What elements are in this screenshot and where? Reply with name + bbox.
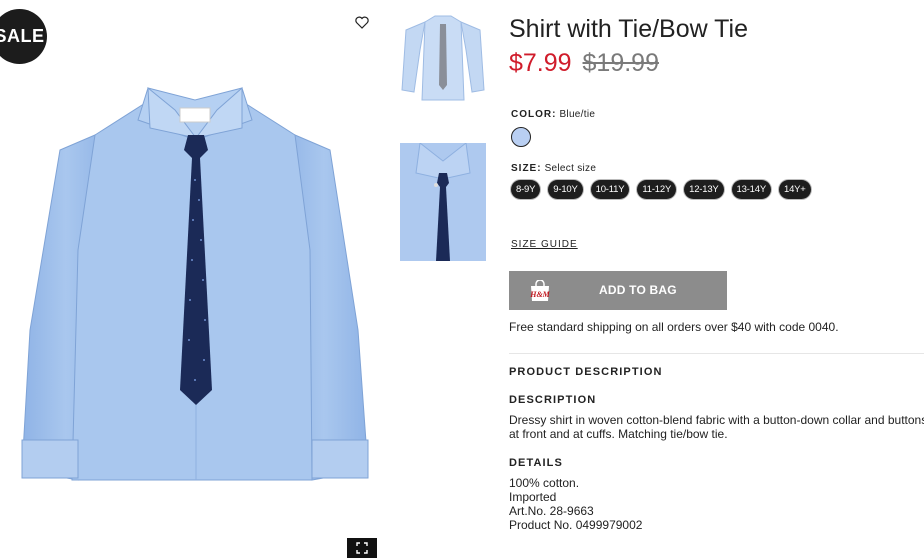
color-value: Blue/tie [559,109,596,120]
thumbnail-2[interactable] [400,143,486,261]
details-list: 100% cotton. Imported Art.No. 28-9663 Pr… [509,476,642,532]
size-option[interactable]: 13-14Y [731,180,771,199]
add-to-bag-label: ADD TO BAG [599,283,677,297]
shipping-notice: Free standard shipping on all orders ove… [509,320,839,334]
price-row: $7.99 $19.99 [509,49,659,78]
size-label: SIZE: [511,163,542,174]
heart-icon[interactable] [355,16,369,29]
sale-price: $7.99 [509,49,572,77]
divider [509,353,924,354]
svg-text:H&M: H&M [529,290,550,299]
size-option[interactable]: 14Y+ [778,180,811,199]
size-options: 8-9Y 9-10Y 10-11Y 11-12Y 12-13Y 13-14Y 1… [511,180,811,199]
description-line: at front and at cuffs. Matching tie/bow … [509,427,728,441]
expand-icon[interactable] [347,538,377,558]
thumbnail-1[interactable] [400,10,486,106]
size-option[interactable]: 12-13Y [684,180,724,199]
details-line: Imported [509,490,557,504]
size-label-row: SIZE: Select size [511,163,596,174]
details-line: Art.No. 28-9663 [509,504,594,518]
description-line: Dressy shirt in woven cotton-blend fabri… [509,413,924,427]
color-label-row: COLOR: Blue/tie [511,109,595,120]
details-heading: DETAILS [509,457,563,469]
color-swatch-blue[interactable] [511,127,531,147]
original-price: $19.99 [582,49,659,77]
description-text: Dressy shirt in woven cotton-blend fabri… [509,413,924,441]
product-title: Shirt with Tie/Bow Tie [509,15,748,43]
size-value: Select size [544,163,597,174]
shirt-illustration [21,86,369,481]
details-line: 100% cotton. [509,476,580,490]
size-option[interactable]: 8-9Y [511,180,541,199]
size-guide-link[interactable]: SIZE GUIDE [511,239,578,250]
shopping-bag-icon: H&M [529,280,551,301]
details-line: Product No. 0499979002 [509,518,643,532]
add-to-bag-button[interactable]: H&M ADD TO BAG [509,271,727,310]
size-option[interactable]: 10-11Y [590,180,630,199]
product-description-heading: PRODUCT DESCRIPTION [509,366,663,378]
size-option[interactable]: 11-12Y [637,180,677,199]
main-product-image[interactable]: SALE [0,0,385,558]
size-option[interactable]: 9-10Y [548,180,583,199]
description-heading: DESCRIPTION [509,394,597,406]
color-label: COLOR: [511,109,557,120]
